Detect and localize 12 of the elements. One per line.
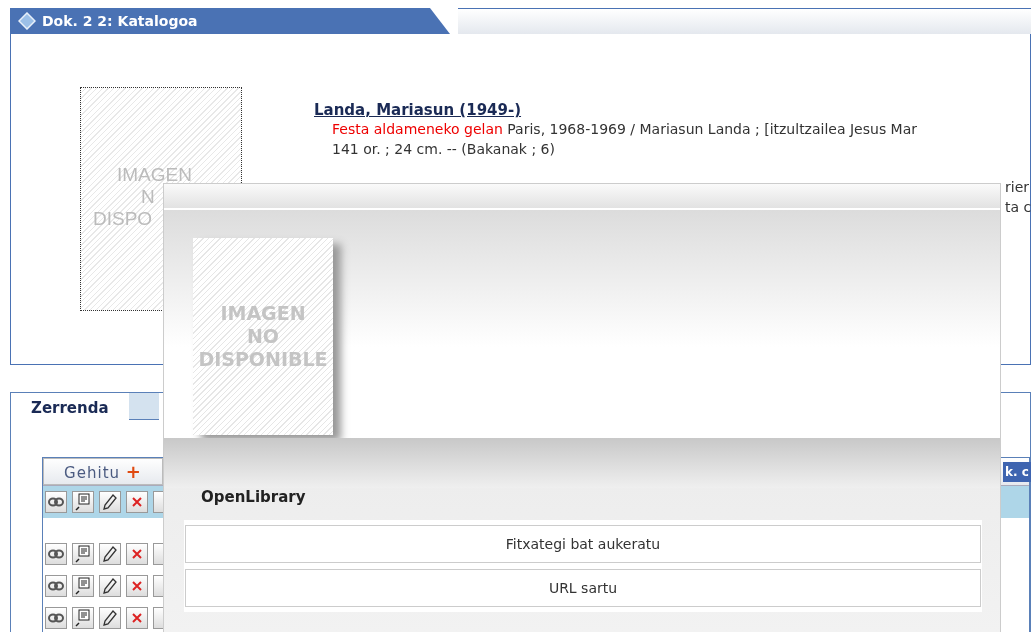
placeholder-text: NO bbox=[246, 325, 280, 348]
panel-title: Dok. 2 2: Katalogoa bbox=[42, 13, 198, 29]
note-text-fragment: rier bbox=[1005, 178, 1030, 197]
placeholder-text: N bbox=[141, 186, 155, 208]
placeholder-text: IMAGEN bbox=[117, 164, 192, 186]
placeholder-text: DISPO bbox=[93, 208, 153, 230]
record-description: Festa aldameneko gelan Paris, 1968-1969 / Mariasun Landa ; [itzultzailea Jesus Mar bbox=[331, 120, 918, 139]
record-extent: 141 or. ; 24 cm. -- (Bakanak ; 6) bbox=[331, 140, 556, 159]
placeholder-text: DISPONIBLE bbox=[198, 348, 328, 371]
placeholder-text: IMAGEN bbox=[220, 302, 306, 325]
section-title: OpenLibrary bbox=[201, 488, 306, 506]
column-header: k. c bbox=[1003, 462, 1031, 482]
